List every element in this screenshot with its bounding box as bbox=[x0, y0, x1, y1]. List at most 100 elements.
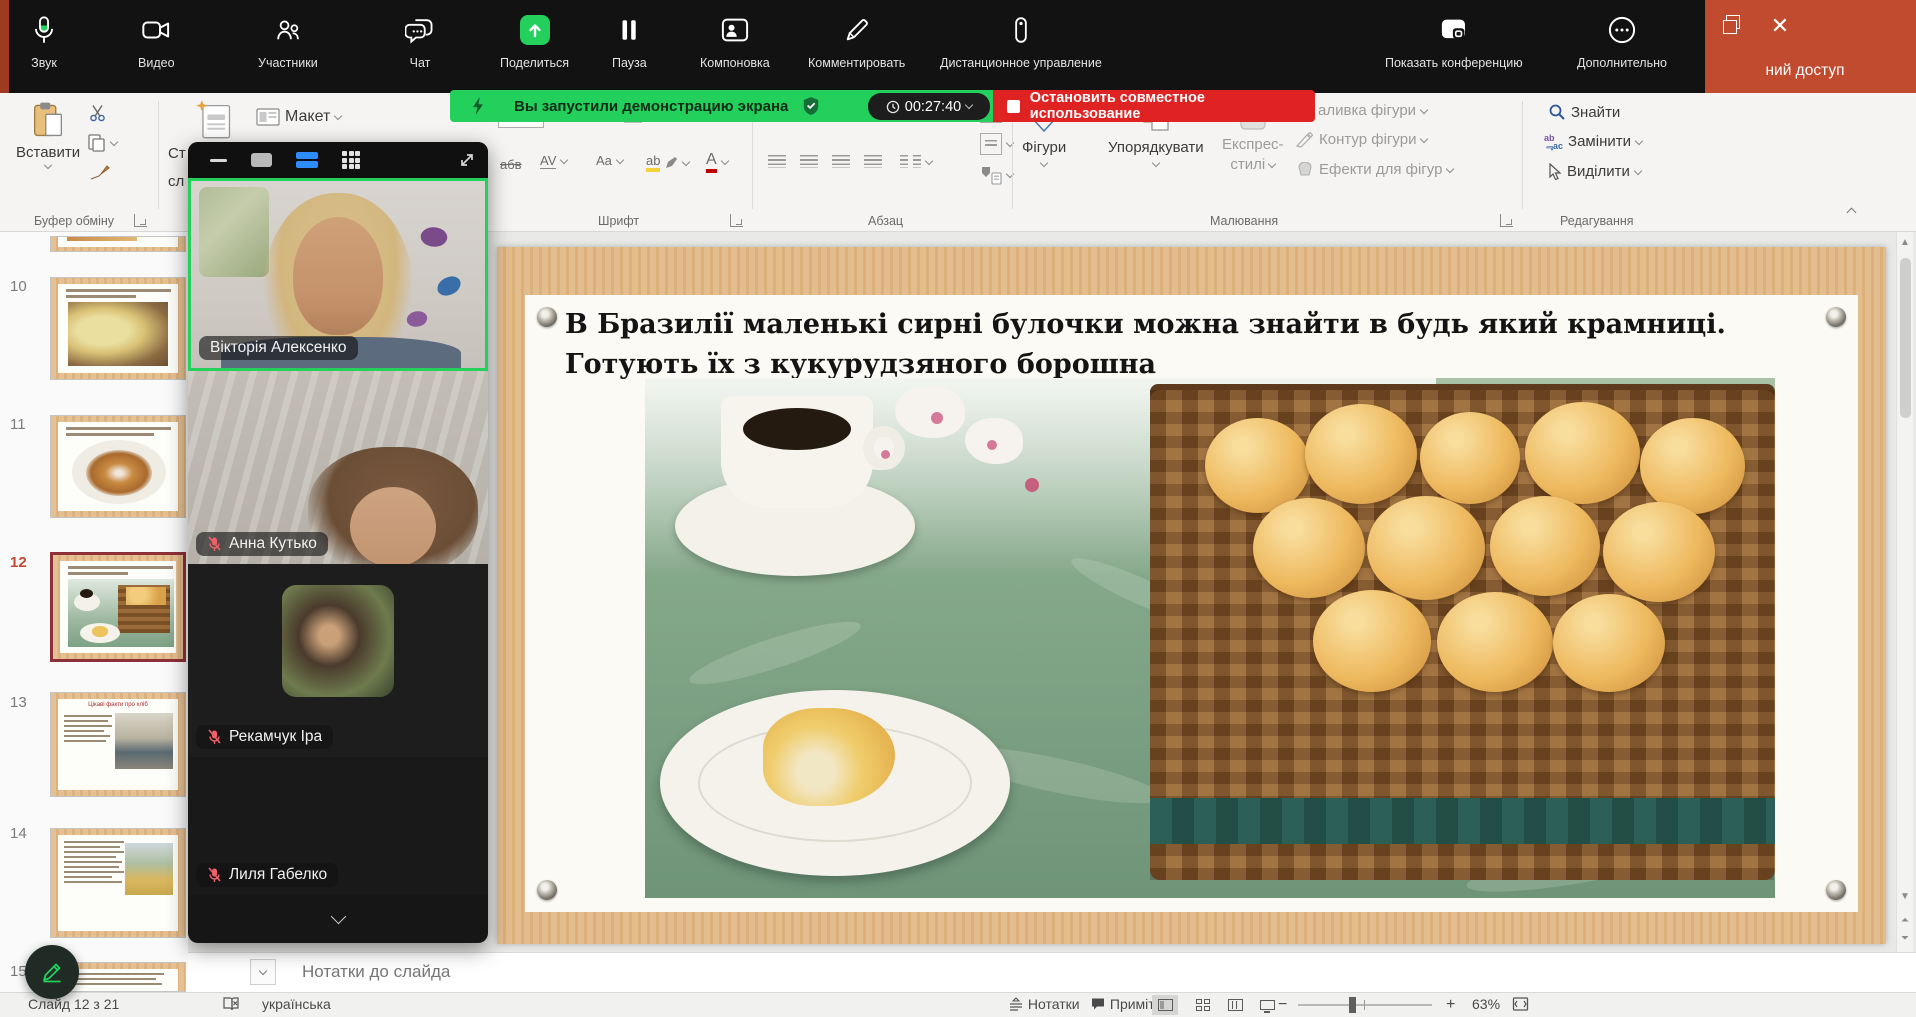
previous-slide-icon[interactable]: ⏶ bbox=[1900, 916, 1910, 926]
thumbnail-slide-9-partial[interactable] bbox=[50, 236, 186, 252]
editor-scrollbar[interactable]: ▲ ▼ ⏶ ⏷ bbox=[1896, 232, 1913, 952]
slide-sorter-view-button[interactable] bbox=[1190, 995, 1216, 1015]
align-left-button[interactable] bbox=[768, 155, 786, 168]
pause-share-button[interactable]: Пауза bbox=[612, 8, 647, 90]
window-close-icon[interactable]: ✕ bbox=[1766, 12, 1794, 40]
shape-outline-button[interactable]: Контур фігури bbox=[1296, 131, 1427, 148]
slideshow-view-button[interactable] bbox=[1254, 995, 1280, 1015]
new-slide-label-fragment2: сл bbox=[168, 173, 184, 190]
find-button[interactable]: Знайти bbox=[1548, 103, 1620, 121]
stop-share-button[interactable]: Остановить совместное использование bbox=[993, 90, 1315, 122]
notes-pane[interactable]: Нотатки до слайда bbox=[188, 952, 1916, 992]
align-text-button[interactable] bbox=[980, 133, 1013, 155]
scroll-up-icon[interactable]: ▲ bbox=[1900, 238, 1910, 248]
speaker-view-icon[interactable] bbox=[251, 153, 272, 167]
audio-label: Звук bbox=[31, 56, 57, 70]
notes-splitter-button[interactable] bbox=[250, 959, 276, 985]
notes-toggle[interactable]: Нотатки bbox=[1008, 996, 1080, 1012]
layout-composition-button[interactable]: Компоновка bbox=[700, 8, 770, 90]
participant-video-anna[interactable]: Анна Кутько bbox=[188, 371, 488, 564]
slide-title[interactable]: В Бразилії маленькі сирні булочки можна … bbox=[565, 305, 1825, 385]
quick-styles-label2: стилі bbox=[1230, 156, 1265, 173]
format-painter-button[interactable] bbox=[88, 163, 110, 183]
font-dialog-launcher[interactable] bbox=[730, 214, 743, 227]
zoom-slider-track[interactable] bbox=[1298, 1004, 1432, 1006]
minimize-panel-icon[interactable] bbox=[210, 159, 227, 162]
change-case-button[interactable]: Aa bbox=[596, 153, 623, 168]
ppt-share-button-label[interactable]: ний доступ bbox=[1705, 62, 1905, 80]
chat-icon bbox=[405, 8, 435, 52]
zoom-level[interactable]: 63% bbox=[1472, 996, 1500, 1012]
layout-button[interactable]: Макет bbox=[256, 108, 341, 126]
next-slide-icon[interactable]: ⏷ bbox=[1900, 934, 1910, 944]
proofing-icon[interactable] bbox=[222, 996, 240, 1012]
slide-12-surface[interactable]: В Бразилії маленькі сирні булочки можна … bbox=[497, 247, 1886, 944]
copy-button[interactable] bbox=[86, 133, 117, 153]
share-screen-button[interactable]: Поделиться bbox=[500, 8, 569, 90]
quick-styles-label1: Експрес- bbox=[1222, 136, 1284, 153]
collapse-ribbon-chevron-icon[interactable] bbox=[1847, 208, 1857, 218]
cut-button[interactable] bbox=[88, 103, 108, 123]
copy-chevron-icon bbox=[110, 138, 118, 146]
normal-view-button[interactable] bbox=[1152, 995, 1178, 1015]
paste-button[interactable]: Вставити bbox=[16, 101, 80, 168]
participants-button[interactable]: Участники bbox=[258, 8, 318, 90]
clipboard-dialog-launcher[interactable] bbox=[134, 214, 147, 227]
shape-effects-button[interactable]: Ефекти для фігур bbox=[1296, 161, 1453, 178]
window-restore-icon[interactable] bbox=[1722, 14, 1748, 40]
video-button[interactable]: Видео bbox=[138, 8, 175, 90]
zoom-out-button[interactable]: − bbox=[1278, 996, 1287, 1014]
participant-video-viktoria[interactable]: Вікторія Алексенко bbox=[188, 178, 488, 371]
highlight-button[interactable]: ab bbox=[646, 153, 689, 172]
new-slide-label-fragment[interactable]: Ст bbox=[168, 145, 186, 162]
drawing-dialog-launcher[interactable] bbox=[1500, 214, 1513, 227]
more-button[interactable]: Дополнительно bbox=[1577, 8, 1667, 90]
notes-placeholder[interactable]: Нотатки до слайда bbox=[302, 962, 450, 982]
show-conference-button[interactable]: Показать конференцию bbox=[1385, 8, 1523, 90]
annotation-pencil-button[interactable] bbox=[25, 945, 79, 999]
fit-to-window-icon[interactable] bbox=[1512, 996, 1529, 1012]
reading-view-button[interactable] bbox=[1222, 995, 1248, 1015]
scroll-down-icon[interactable]: ▼ bbox=[1900, 892, 1910, 902]
chat-button[interactable]: Чат bbox=[405, 8, 435, 90]
slide-counter[interactable]: Слайд 12 з 21 bbox=[28, 996, 119, 1012]
meeting-timer[interactable]: 00:27:40 bbox=[868, 93, 990, 120]
thumbnail-slide-13[interactable]: Цікаві факти про хліб bbox=[50, 692, 186, 797]
audio-button[interactable]: Звук bbox=[30, 8, 58, 90]
shape-effects-icon bbox=[1296, 162, 1314, 178]
font-color-button[interactable]: A bbox=[706, 151, 728, 173]
security-shield-icon[interactable] bbox=[802, 96, 820, 116]
slide-photo-cheese-buns[interactable] bbox=[645, 378, 1775, 898]
columns-button[interactable] bbox=[900, 155, 932, 168]
thumbnail-slide-14[interactable] bbox=[50, 828, 186, 938]
thumbnail-slide-10[interactable] bbox=[50, 277, 186, 380]
show-conference-label: Показать конференцию bbox=[1385, 56, 1523, 70]
scrollbar-thumb[interactable] bbox=[1900, 258, 1911, 418]
language-indicator[interactable]: українська bbox=[262, 996, 331, 1012]
participant-tile-rekamchuk[interactable]: Рекамчук Іра bbox=[188, 564, 488, 757]
expand-panel-icon[interactable] bbox=[458, 151, 476, 169]
character-spacing-button[interactable]: AV bbox=[540, 153, 567, 169]
zoom-in-button[interactable]: + bbox=[1446, 996, 1455, 1014]
collapse-gallery-button[interactable] bbox=[188, 895, 488, 943]
thumbnail-slide-12-selected[interactable] bbox=[50, 552, 186, 662]
shape-fill-button[interactable]: аливка фігури bbox=[1318, 102, 1427, 119]
participant-tile-lilya[interactable]: Лиля Габелко bbox=[188, 757, 488, 895]
grid-view-icon[interactable] bbox=[342, 151, 360, 169]
remote-control-button[interactable]: Дистанционное управление bbox=[940, 8, 1102, 90]
zoom-slider-thumb[interactable] bbox=[1349, 997, 1356, 1013]
participant-name: Анна Кутько bbox=[229, 535, 317, 553]
thumbnail-slide-11[interactable] bbox=[50, 415, 186, 518]
zoom-video-panel[interactable]: Вікторія Алексенко Анна Кутько Рекамчук … bbox=[188, 142, 488, 943]
smartart-button[interactable] bbox=[980, 165, 1013, 185]
justify-button[interactable] bbox=[864, 155, 882, 168]
gallery-view-icon[interactable] bbox=[296, 152, 318, 169]
align-right-button[interactable] bbox=[832, 155, 850, 168]
select-button[interactable]: Виділити bbox=[1548, 163, 1641, 180]
align-center-button[interactable] bbox=[800, 155, 818, 168]
annotate-button[interactable]: Комментировать bbox=[808, 8, 905, 90]
stop-icon bbox=[1007, 100, 1020, 113]
new-slide-icon-button[interactable] bbox=[194, 99, 234, 141]
replace-button[interactable]: ab﹃ac Замінити bbox=[1544, 133, 1642, 150]
strikethrough-button[interactable]: абв bbox=[500, 157, 522, 172]
